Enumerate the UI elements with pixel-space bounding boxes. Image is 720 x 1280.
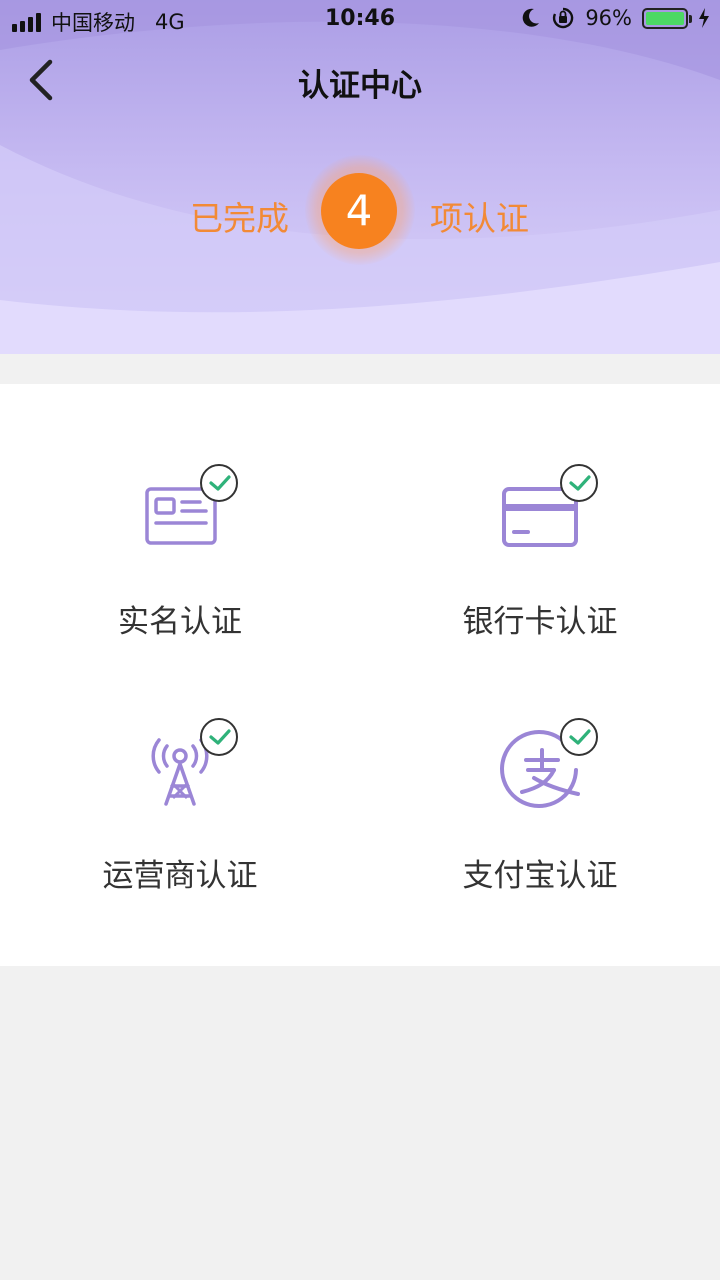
verified-check-icon [560,464,598,502]
verified-check-icon [200,464,238,502]
id-card-icon [130,464,238,556]
carrier-verification-item[interactable]: 运营商认证 [0,638,360,894]
signal-tower-icon [130,718,238,810]
page: 中国移动 4G 10:46 96% 认证中心 已完成 4 项认证 实名认证 银行… [0,0,720,1280]
alipay-icon [490,718,598,810]
navigation-bar: 认证中心 [0,46,720,116]
real-name-verification-item[interactable]: 实名认证 [0,384,360,640]
rotation-lock-icon [553,7,574,29]
summary-suffix: 项认证 [430,199,529,238]
verification-grid: 实名认证 银行卡认证 运营商认证 支付宝认证 [0,384,720,966]
bank-card-verification-item[interactable]: 银行卡认证 [360,384,720,640]
verified-check-icon [200,718,238,756]
verified-check-icon [560,718,598,756]
moon-icon [523,8,540,27]
verification-summary: 已完成 4 项认证 [0,150,720,280]
completed-count-badge: 4 [321,173,397,249]
battery-percent: 96% [585,6,632,30]
item-label: 实名认证 [118,604,242,640]
item-label: 支付宝认证 [462,858,618,894]
item-label: 银行卡认证 [462,604,618,640]
alipay-verification-item[interactable]: 支付宝认证 [360,638,720,894]
charging-bolt-icon [699,8,709,28]
page-title: 认证中心 [298,68,422,104]
bank-card-icon [490,464,598,556]
item-label: 运营商认证 [102,858,258,894]
header-banner: 中国移动 4G 10:46 96% 认证中心 已完成 4 项认证 [0,0,720,354]
summary-prefix: 已完成 [190,199,289,238]
battery-icon [642,7,692,29]
status-bar: 中国移动 4G 10:46 96% [0,0,720,40]
